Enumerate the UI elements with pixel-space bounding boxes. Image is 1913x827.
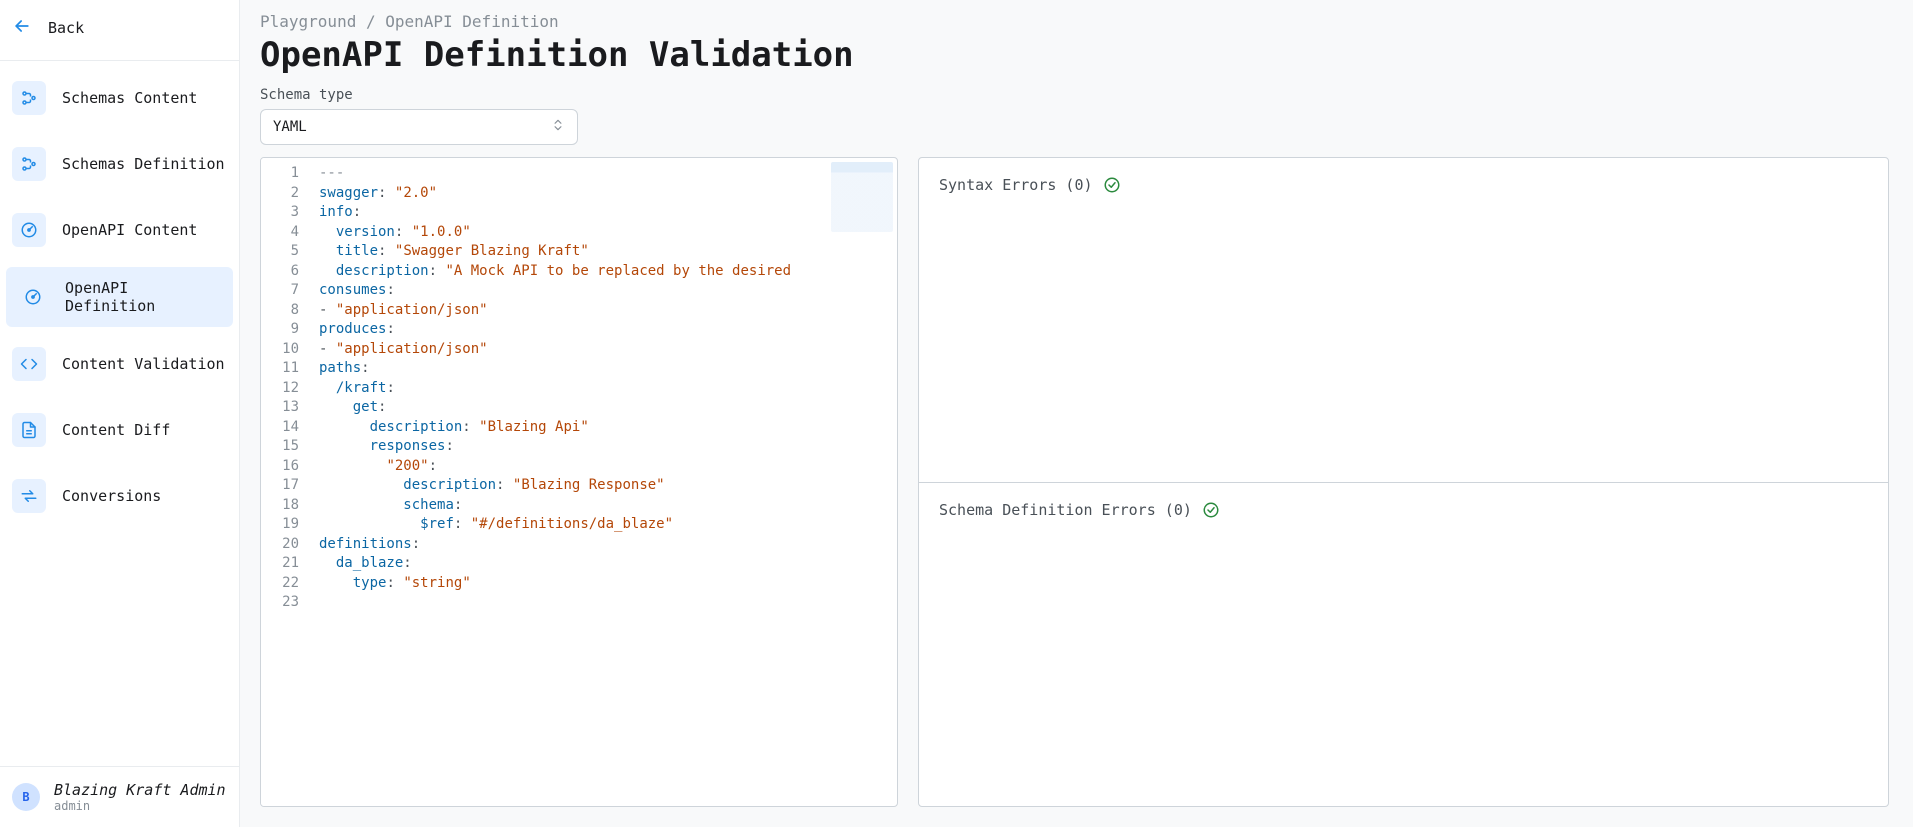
swap-icon — [12, 479, 46, 513]
sidebar-item-schemas-content[interactable]: Schemas Content — [0, 65, 239, 131]
schema-type-label: Schema type — [260, 87, 1889, 103]
schema-icon — [12, 81, 46, 115]
user-footer[interactable]: B Blazing Kraft Admin admin — [0, 766, 239, 827]
arrow-left-icon — [12, 16, 32, 40]
user-role: admin — [54, 799, 226, 813]
schema-errors-section: Schema Definition Errors (0) — [919, 482, 1888, 807]
gauge-icon — [12, 213, 46, 247]
sidebar-item-openapi-content[interactable]: OpenAPI Content — [0, 197, 239, 263]
syntax-errors-section: Syntax Errors (0) — [919, 158, 1888, 482]
line-gutter: 1234567891011121314151617181920212223 — [261, 158, 313, 806]
errors-panel: Syntax Errors (0) Schema Definition Erro… — [918, 157, 1889, 807]
chevron-up-down-icon — [551, 118, 565, 136]
sidebar-item-label: Content Diff — [62, 421, 170, 439]
divider — [0, 60, 239, 61]
sidebar-item-label: OpenAPI Content — [62, 221, 197, 239]
breadcrumb[interactable]: Playground / OpenAPI Definition — [260, 12, 1889, 31]
schema-errors-title: Schema Definition Errors (0) — [939, 501, 1192, 519]
file-icon — [12, 413, 46, 447]
syntax-errors-title: Syntax Errors (0) — [939, 176, 1093, 194]
check-circle-icon — [1103, 176, 1121, 198]
sidebar-item-conversions[interactable]: Conversions — [0, 463, 239, 529]
sidebar-item-content-diff[interactable]: Content Diff — [0, 397, 239, 463]
code-editor[interactable]: 1234567891011121314151617181920212223 --… — [260, 157, 898, 807]
code-content[interactable]: --- swagger: "2.0" info: version: "1.0.0… — [313, 158, 897, 806]
gauge-icon — [16, 280, 49, 314]
minimap[interactable] — [831, 162, 893, 232]
back-label: Back — [48, 19, 84, 37]
schema-type-select[interactable]: YAML — [260, 109, 578, 145]
avatar: B — [12, 783, 40, 811]
sidebar-item-openapi-definition[interactable]: OpenAPI Definition — [6, 267, 233, 327]
schema-type-value: YAML — [273, 119, 307, 135]
code-icon — [12, 347, 46, 381]
sidebar-item-label: Schemas Definition — [62, 155, 225, 173]
sidebar-item-content-validation[interactable]: Content Validation — [0, 331, 239, 397]
sidebar: Back Schemas Content Schemas Definition — [0, 0, 240, 827]
sidebar-item-label: Conversions — [62, 487, 161, 505]
back-button[interactable]: Back — [0, 0, 239, 56]
user-name: Blazing Kraft Admin — [54, 781, 226, 799]
page-title: OpenAPI Definition Validation — [260, 35, 1889, 75]
main: Playground / OpenAPI Definition OpenAPI … — [240, 0, 1913, 827]
sidebar-item-schemas-definition[interactable]: Schemas Definition — [0, 131, 239, 197]
sidebar-item-label: OpenAPI Definition — [65, 279, 223, 315]
sidebar-item-label: Schemas Content — [62, 89, 197, 107]
sidebar-item-label: Content Validation — [62, 355, 225, 373]
schema-icon — [12, 147, 46, 181]
check-circle-icon — [1202, 501, 1220, 523]
